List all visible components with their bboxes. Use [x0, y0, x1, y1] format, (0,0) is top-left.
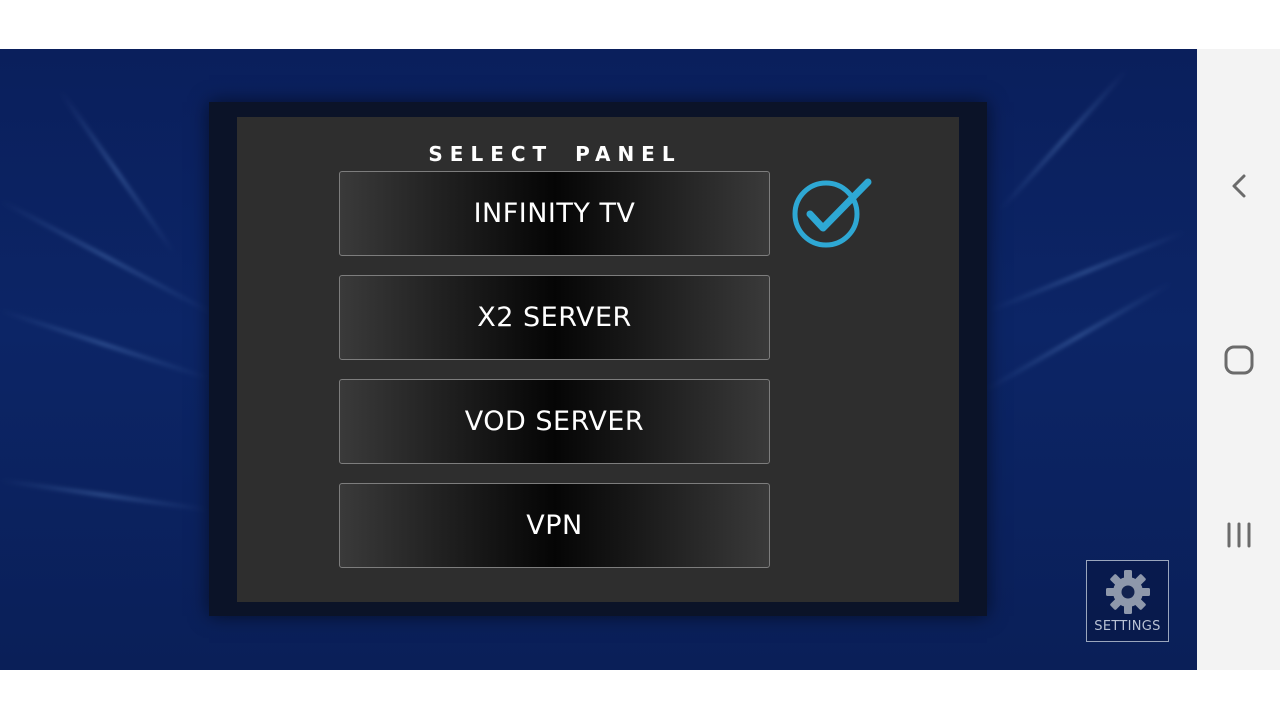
background-light-ray [989, 230, 1186, 312]
panel-option-label: VPN [526, 510, 583, 541]
nav-back-button[interactable] [1217, 164, 1261, 208]
background-light-ray [0, 199, 213, 315]
panel-option-label: VOD SERVER [464, 406, 645, 437]
panel-option-label: X2 SERVER [477, 302, 632, 333]
gear-icon [1106, 570, 1150, 614]
background-light-ray [58, 89, 176, 256]
panel-option-vpn[interactable]: VPN [339, 483, 770, 568]
nav-home-button[interactable] [1217, 338, 1261, 382]
nav-recents-button[interactable] [1217, 513, 1261, 557]
home-icon [1224, 345, 1254, 375]
panel-option-vod-server[interactable]: VOD SERVER [339, 379, 770, 464]
panel-option-label: INFINITY TV [473, 198, 636, 229]
settings-label: SETTINGS [1094, 619, 1161, 634]
recents-icon [1227, 522, 1251, 548]
back-chevron-icon [1232, 174, 1246, 198]
checkmark-circle-icon [792, 178, 872, 248]
panel-title: SELECT PANEL [428, 142, 682, 166]
background-light-ray [984, 281, 1172, 392]
panel-option-x2-server[interactable]: X2 SERVER [339, 275, 770, 360]
android-navigation-bar [1197, 49, 1280, 670]
background-light-ray [998, 68, 1129, 212]
background-light-ray [0, 479, 209, 512]
device-frame: SELECT PANEL INFINITY TV X2 SERVER VOD S… [0, 0, 1280, 720]
background-light-ray [0, 309, 210, 380]
settings-button[interactable]: SETTINGS [1086, 560, 1169, 642]
panel-option-infinity-tv[interactable]: INFINITY TV [339, 171, 770, 256]
